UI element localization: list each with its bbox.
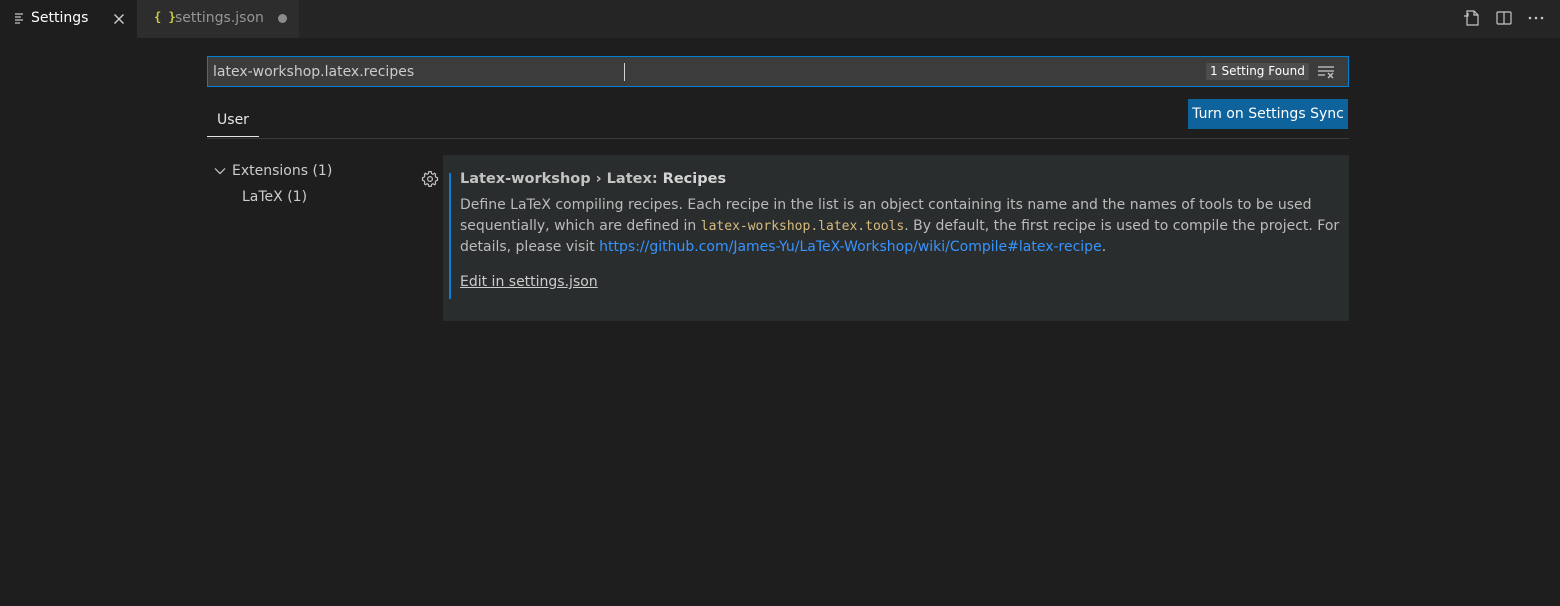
editor-tab-bar: Settings { } settings.json (0, 0, 1560, 38)
unsaved-dot-icon[interactable] (278, 14, 287, 23)
scope-divider (207, 138, 1349, 139)
settings-editor-icon (14, 11, 26, 25)
toc-item-label: Extensions (1) (232, 163, 333, 179)
docs-link[interactable]: https://github.com/James-Yu/LaTeX-Worksh… (599, 239, 1102, 255)
open-settings-json-icon[interactable] (1462, 8, 1482, 28)
search-input[interactable] (213, 62, 1193, 82)
turn-on-settings-sync-button[interactable]: Turn on Settings Sync (1188, 99, 1348, 129)
inline-code: latex-workshop.latex.tools (700, 219, 905, 234)
toc-item-extensions[interactable]: Extensions (1) (212, 161, 332, 181)
split-editor-icon[interactable] (1494, 8, 1514, 28)
gear-icon[interactable] (420, 169, 440, 189)
tab-label: Settings (31, 10, 89, 26)
modified-indicator (449, 173, 451, 299)
setting-item-latex-recipes: Latex-workshop › Latex: Recipes Define L… (443, 155, 1349, 321)
tab-user-scope[interactable]: User (207, 103, 259, 137)
tab-label: settings.json (175, 10, 264, 26)
edit-in-settings-json-link[interactable]: Edit in settings.json (460, 274, 598, 290)
setting-description: Define LaTeX compiling recipes. Each rec… (460, 195, 1340, 258)
setting-category: Latex-workshop › Latex: (460, 171, 663, 187)
description-text: . (1101, 239, 1107, 255)
json-braces-icon: { } (154, 10, 176, 24)
close-icon[interactable] (111, 11, 127, 27)
more-actions-icon[interactable] (1526, 8, 1546, 28)
result-count-badge: 1 Setting Found (1206, 63, 1309, 80)
setting-title: Latex-workshop › Latex: Recipes (460, 171, 726, 187)
tab-settings[interactable]: Settings (0, 0, 137, 38)
chevron-down-icon (212, 163, 228, 179)
settings-search-box: 1 Setting Found (207, 56, 1349, 87)
setting-name: Recipes (662, 171, 727, 187)
text-cursor (624, 63, 625, 81)
editor-actions (1462, 8, 1546, 28)
toc-item-label: LaTeX (1) (242, 189, 308, 205)
toc-item-latex[interactable]: LaTeX (1) (242, 187, 307, 207)
clear-filter-icon[interactable] (1316, 63, 1336, 81)
tab-settings-json[interactable]: { } settings.json (137, 0, 299, 38)
